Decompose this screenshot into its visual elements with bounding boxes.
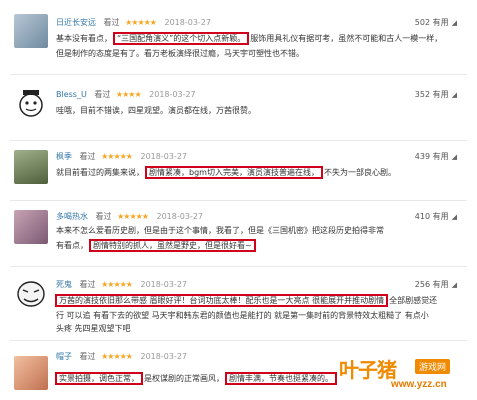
review-text-line: 本来不怎么爱看历史剧，但是由于这个事情，我看了，但是《三国机密》把这段历史拍得非…	[56, 226, 384, 235]
watch-status: 看过	[95, 212, 112, 221]
useful-count: 502 有用	[414, 18, 449, 27]
watermark-title: 叶子猪	[339, 358, 397, 382]
rating-stars: ★★★★★	[125, 18, 157, 27]
review-text-line: 就目前看过的两集来说， 剧情紧凑，bgm切入完美，演员演技普遍在线， 不失为一部良心…	[56, 166, 396, 179]
useful-count: 410 有用	[414, 212, 449, 221]
review-date: 2018-03-27	[164, 18, 212, 27]
review-text-line: 但是制作的态度是有了。看万老板演绎很过瘾，马天宇可塑性也不错。	[56, 49, 304, 58]
watermark-tag: 游戏网	[415, 359, 451, 374]
watch-status: 看过	[79, 152, 96, 161]
review-text-line: 行 可以追 有看下去的欲望 马天宇和韩东君的颜值也是能打的 就是第一集时前的背景…	[56, 311, 429, 320]
divider	[10, 74, 467, 75]
avatar[interactable]	[14, 14, 48, 48]
rating-stars: ★★★★★	[117, 212, 149, 221]
username-link[interactable]: 枫季	[56, 152, 72, 161]
highlight-box: 剧情特别的抓人，虽然是野史，但是很好看~	[89, 239, 256, 252]
review-date: 2018-03-27	[149, 90, 196, 99]
review-date: 2018-03-27	[140, 280, 188, 289]
divider	[10, 140, 467, 141]
useful-vote-button[interactable]: 352 有用 ◢	[415, 88, 457, 102]
rating-stars: ★★★★★	[101, 352, 133, 361]
vote-arrow-icon: ◢	[451, 281, 457, 289]
review-text-line: 实景拍摄，调色正常， 是权谋剧的正常画风， 剧情丰满，节奏也挺紧凑的。	[54, 372, 338, 386]
watch-status: 看过	[79, 352, 96, 361]
review-date: 2018-03-27	[140, 152, 188, 161]
username-link[interactable]: Bless_U	[56, 90, 87, 99]
meme-face-icon	[17, 281, 45, 307]
useful-count: 256 有用	[414, 280, 449, 289]
rating-stars: ★★★★★	[101, 152, 133, 161]
vote-arrow-icon: ◢	[451, 213, 457, 221]
avatar[interactable]	[14, 210, 48, 244]
username-link[interactable]: 帽子	[56, 352, 72, 361]
useful-count: 439 有用	[414, 152, 449, 161]
username-link[interactable]: 多喝热水	[56, 212, 88, 221]
review-text-line: 万茜的演技依旧那么带感 眉眼好评！台词功底太棒！配乐也是一大亮点 很能展开并推动…	[54, 294, 437, 308]
avatar[interactable]	[14, 276, 48, 310]
watch-status: 看过	[79, 280, 96, 289]
useful-vote-button[interactable]: 410 有用 ◢	[415, 210, 457, 224]
avatar[interactable]	[14, 150, 48, 184]
review-date: 2018-03-27	[156, 212, 204, 221]
review-date: 2018-03-27	[140, 352, 188, 361]
highlight-box: 剧情紧凑，bgm切入完美，演员演技普遍在线，	[145, 166, 323, 179]
username-link[interactable]: 死鬼	[56, 280, 72, 289]
highlight-box: 万茜的演技依旧那么带感 眉眼好评！台词功底太棒！配乐也是一大亮点 很能展开并推动…	[55, 294, 389, 307]
useful-vote-button[interactable]: 439 有用 ◢	[415, 150, 457, 164]
review-text-line: 哇哦，目前不错诶，四星观望。演员都在线，万茜很赞。	[56, 106, 256, 115]
rating-stars: ★★★★★	[101, 280, 133, 289]
useful-vote-button[interactable]: 502 有用 ◢	[415, 16, 457, 30]
watch-status: 看过	[103, 18, 120, 27]
divider	[10, 340, 467, 341]
username-link[interactable]: 日近长安远	[56, 18, 96, 27]
vote-arrow-icon: ◢	[451, 19, 457, 27]
highlight-box: “三国配角演义”的这个切入点新颖。	[113, 32, 250, 45]
useful-vote-button[interactable]: 256 有用 ◢	[415, 278, 457, 292]
vote-arrow-icon: ◢	[451, 91, 457, 99]
avatar[interactable]	[14, 356, 48, 390]
review-text-line: 基本没有看点， “三国配角演义”的这个切入点新颖。 服饰用具礼仪有据可考，虽然不可能…	[56, 32, 443, 45]
watch-status: 看过	[94, 90, 111, 99]
review-text-line: 有看点， 剧情特别的抓人，虽然是野史，但是很好看~	[56, 239, 257, 253]
watermark-url: www.yzz.cn	[391, 379, 447, 390]
meme-face-icon	[19, 90, 43, 117]
highlight-box: 剧情丰满，节奏也挺紧凑的。	[225, 372, 337, 385]
divider	[10, 266, 467, 267]
vote-arrow-icon: ◢	[451, 153, 457, 161]
rating-stars: ★★★★	[115, 90, 142, 99]
divider	[10, 200, 467, 201]
highlight-box: 实景拍摄，调色正常，	[55, 372, 143, 385]
avatar[interactable]	[14, 86, 48, 120]
useful-count: 352 有用	[414, 90, 449, 99]
review-text-line: 头疼 先四星观望下吧	[56, 324, 131, 333]
site-watermark-logo: 叶子猪 游戏网 www.yzz.cn	[339, 354, 471, 394]
